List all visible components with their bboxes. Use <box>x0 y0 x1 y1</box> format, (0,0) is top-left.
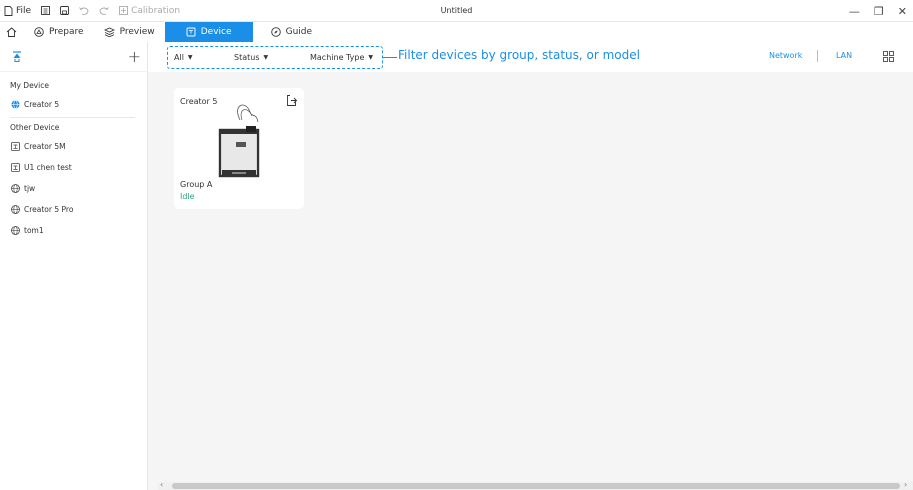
status-filter-dropdown[interactable]: Status ▼ <box>234 53 268 62</box>
globe-icon <box>11 100 20 109</box>
sidebar-item-creator-5m[interactable]: Creator 5M <box>0 136 147 157</box>
tab-preview[interactable]: Preview <box>94 22 165 42</box>
sidebar-item-label: Creator 5 <box>24 100 60 109</box>
document-button[interactable] <box>41 6 51 15</box>
save-button[interactable] <box>60 6 70 15</box>
status-filter-label: Status <box>234 53 260 62</box>
globe-icon <box>11 226 20 235</box>
window-controls: — ❐ ✕ <box>849 0 907 22</box>
caret-down-icon: ▼ <box>368 54 374 61</box>
scroll-right-icon[interactable]: › <box>904 480 907 489</box>
sidebar-item-tjw[interactable]: tjw <box>0 178 147 199</box>
device-sidebar: + My Device Creator 5 Other Device Creat… <box>0 42 148 490</box>
caret-down-icon: ▼ <box>263 54 269 61</box>
scrollbar-thumb[interactable] <box>172 483 900 489</box>
title-bar: File Calibration Untitled — ❐ ✕ <box>0 0 913 22</box>
printer-image <box>218 104 260 178</box>
prepare-icon <box>34 27 44 37</box>
undo-button[interactable] <box>79 6 89 15</box>
group-filter-dropdown[interactable]: All ▼ <box>174 53 193 62</box>
save-icon <box>60 6 70 15</box>
device-icon <box>11 163 20 172</box>
sort-icon[interactable] <box>12 51 22 62</box>
document-icon <box>41 6 51 15</box>
minimize-button[interactable]: — <box>849 5 860 18</box>
calibration-icon <box>119 6 129 15</box>
other-device-header: Other Device <box>10 122 60 132</box>
machine-type-filter-dropdown[interactable]: Machine Type ▼ <box>310 53 373 62</box>
sidebar-item-label: tjw <box>24 184 36 193</box>
device-main-area: All ▼ Status ▼ Machine Type ▼ Filter dev… <box>148 42 913 490</box>
undo-icon <box>79 7 89 15</box>
title-bar-menu: File Calibration <box>0 6 190 16</box>
grid-view-icon[interactable] <box>883 51 894 62</box>
connection-divider <box>817 50 818 62</box>
device-card-group: Group A <box>180 180 213 189</box>
sidebar-item-label: U1 chen test <box>24 163 72 172</box>
file-menu[interactable]: File <box>4 6 31 16</box>
sidebar-item-tom1[interactable]: tom1 <box>0 220 147 241</box>
restore-button[interactable]: ❐ <box>874 5 884 18</box>
redo-icon <box>99 7 109 15</box>
tab-guide[interactable]: Guide <box>261 22 322 42</box>
filter-group: All ▼ Status ▼ Machine Type ▼ <box>167 46 383 69</box>
caret-down-icon: ▼ <box>187 54 193 61</box>
tab-prepare[interactable]: Prepare <box>24 22 94 42</box>
home-button[interactable] <box>0 22 18 42</box>
sidebar-item-u1-chen-test[interactable]: U1 chen test <box>0 157 147 178</box>
file-menu-label: File <box>16 5 32 16</box>
add-device-button[interactable]: + <box>128 47 141 66</box>
tab-bar: Prepare Preview Device Guide <box>0 22 913 42</box>
scroll-left-icon[interactable]: ‹ <box>160 480 163 489</box>
calibration-menu[interactable]: Calibration <box>119 6 180 16</box>
machine-type-filter-label: Machine Type <box>310 53 365 62</box>
tab-guide-label: Guide <box>285 27 313 37</box>
globe-icon <box>11 205 20 214</box>
device-icon <box>11 142 20 151</box>
tab-device[interactable]: Device <box>164 22 253 42</box>
sidebar-item-label: tom1 <box>24 226 44 235</box>
tab-preview-label: Preview <box>119 27 155 37</box>
group-filter-label: All <box>174 53 184 62</box>
device-card[interactable]: Creator 5 Group A Idle <box>174 88 304 209</box>
file-icon <box>4 5 13 16</box>
compass-icon <box>270 27 281 37</box>
sidebar-item-label: Creator 5 Pro <box>24 205 74 214</box>
lan-toggle[interactable]: LAN <box>836 51 852 60</box>
redo-button[interactable] <box>99 6 109 15</box>
sidebar-item-creator-5-pro[interactable]: Creator 5 Pro <box>0 199 147 220</box>
device-icon <box>186 27 196 37</box>
my-device-header: My Device <box>10 80 49 90</box>
tab-device-label: Device <box>200 27 232 37</box>
sidebar-item-label: Creator 5M <box>24 142 66 151</box>
globe-icon <box>11 184 20 193</box>
device-card-status: Idle <box>180 192 195 201</box>
calibration-menu-label: Calibration <box>131 5 181 16</box>
home-icon <box>6 27 17 37</box>
network-toggle[interactable]: Network <box>769 51 802 60</box>
open-device-icon[interactable] <box>286 95 297 106</box>
filter-bar: All ▼ Status ▼ Machine Type ▼ Filter dev… <box>148 42 913 72</box>
layers-icon <box>103 27 115 37</box>
sidebar-item-creator-5[interactable]: Creator 5 <box>0 94 147 115</box>
callout-connector <box>383 57 397 58</box>
tab-prepare-label: Prepare <box>49 27 84 37</box>
sidebar-header: + <box>0 42 147 72</box>
filter-callout: Filter devices by group, status, or mode… <box>398 48 640 62</box>
close-button[interactable]: ✕ <box>898 5 907 18</box>
